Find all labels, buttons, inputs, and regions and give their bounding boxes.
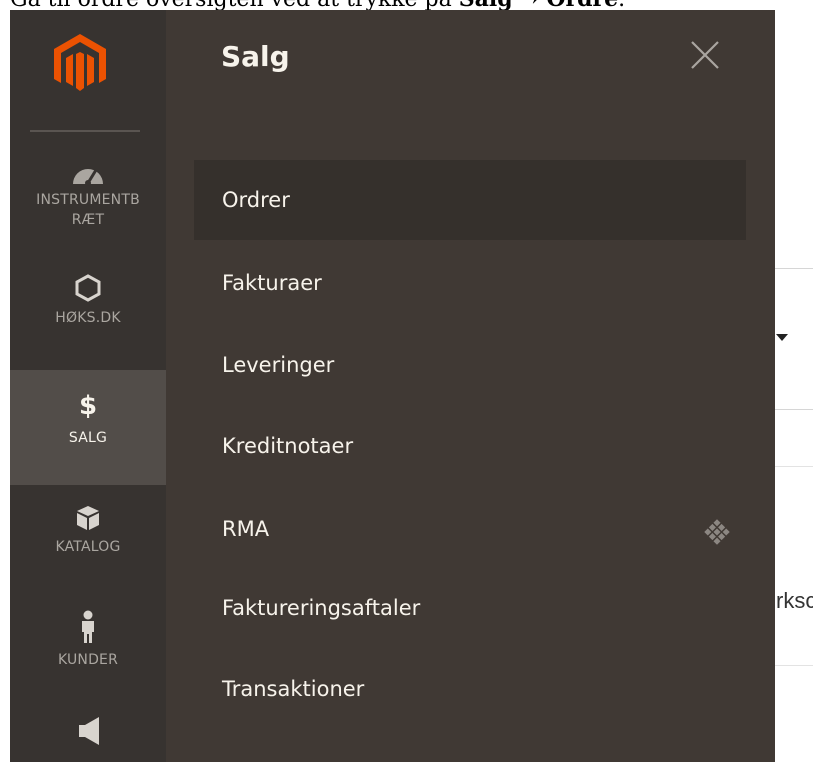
dollar-icon: $ (78, 391, 98, 421)
person-icon (79, 610, 97, 644)
menu-item-invoices[interactable]: Fakturaer (194, 243, 746, 323)
sidebar-item-label: SALG (68, 430, 108, 446)
background-divider (775, 665, 813, 666)
close-icon[interactable] (688, 38, 722, 72)
megaphone-icon (73, 715, 103, 755)
dropdown-caret-icon[interactable] (776, 334, 788, 341)
sidebar-item-marketing[interactable] (10, 715, 166, 762)
menu-item-label: Transaktioner (222, 677, 365, 701)
menu-item-label: Kreditnotaer (222, 434, 354, 458)
menu-item-shipments[interactable]: Leveringer (194, 325, 746, 405)
sidebar-item-label: HØKS.DK (55, 310, 121, 326)
background-partial-text: rksc (776, 588, 813, 613)
flyout-title: Salg (221, 40, 290, 73)
sidebar-item-label: KUNDER (57, 652, 119, 668)
sidebar-item-label: INSTRUMENTB (36, 192, 140, 208)
diamond-grid-icon (702, 517, 732, 547)
menu-item-credit-memos[interactable]: Kreditnotaer (194, 406, 746, 486)
menu-item-label: Ordrer (222, 188, 290, 212)
menu-item-transactions[interactable]: Transaktioner (194, 649, 746, 729)
menu-item-label: Leveringer (222, 353, 335, 377)
sidebar-item-customers[interactable]: KUNDER (10, 598, 166, 693)
magento-logo-icon[interactable] (44, 28, 116, 100)
menu-item-label: Faktureringsaftaler (222, 596, 421, 620)
logo-divider (30, 130, 140, 132)
sidebar-item-catalog[interactable]: KATALOG (10, 497, 166, 587)
admin-sidebar: INSTRUMENTB RÆT HØKS.DK $ SALG KATALOG K… (10, 10, 166, 762)
sales-flyout-panel: Salg Ordrer Fakturaer Leveringer Kreditn… (166, 10, 775, 762)
page: Gå til ordre oversigten ved at trykke på… (0, 0, 813, 762)
menu-item-orders[interactable]: Ordrer (194, 160, 746, 240)
dashboard-gauge-icon (71, 162, 105, 186)
sidebar-item-sales[interactable]: $ SALG (10, 370, 166, 485)
sidebar-item-label: KATALOG (55, 539, 121, 555)
sidebar-item-hoks[interactable]: HØKS.DK (10, 274, 166, 354)
menu-item-label: RMA (222, 517, 270, 541)
box-icon (76, 505, 100, 531)
sidebar-item-dashboard[interactable]: INSTRUMENTB RÆT (10, 150, 166, 258)
sidebar-item-label: RÆT (71, 212, 105, 228)
menu-item-rma[interactable]: RMA (194, 489, 746, 569)
background-divider (775, 466, 813, 467)
menu-item-billing-agreements[interactable]: Faktureringsaftaler (194, 568, 746, 648)
hexagon-icon (75, 274, 101, 302)
menu-item-label: Fakturaer (222, 271, 322, 295)
